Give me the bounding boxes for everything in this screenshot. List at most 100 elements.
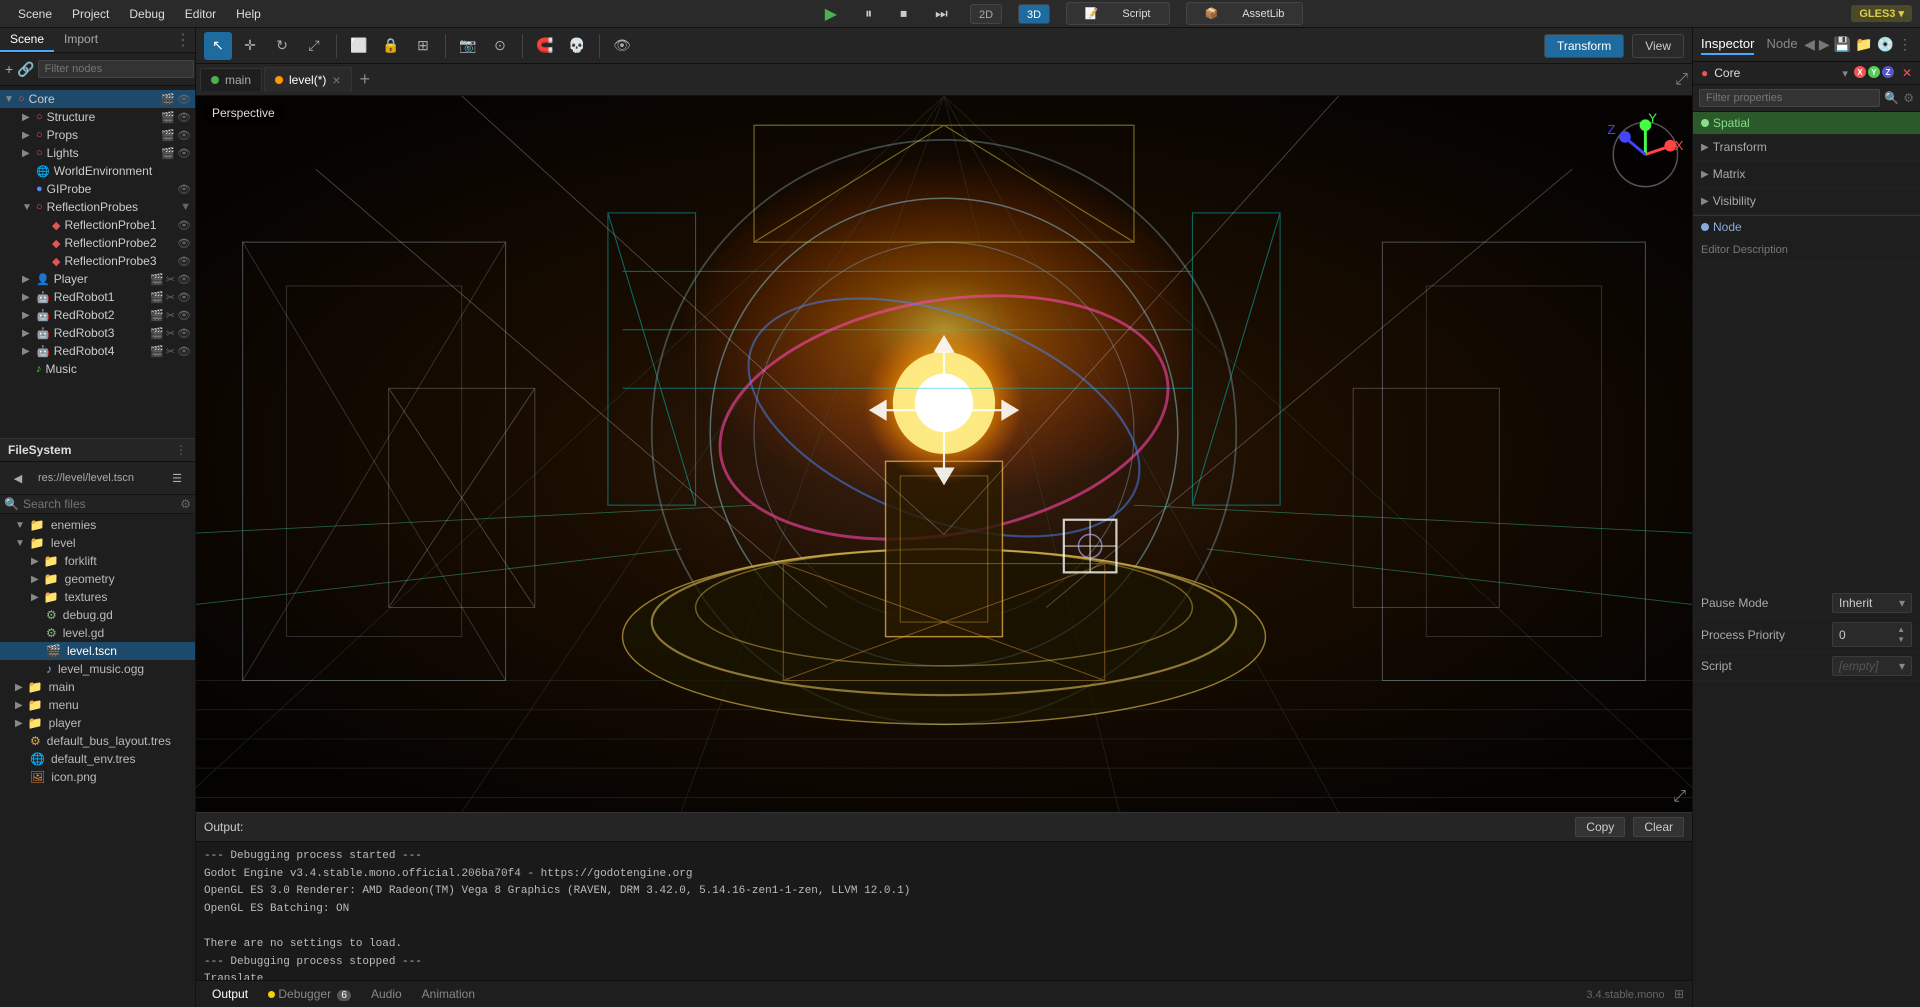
insp-save-icon[interactable]: 💾 bbox=[1834, 36, 1851, 53]
tree-item-rp3[interactable]: ◆ ReflectionProbe3 👁 bbox=[0, 252, 195, 270]
node-type-arrow[interactable]: ▾ bbox=[1842, 67, 1848, 80]
rr1-eye-icon[interactable]: 👁 bbox=[177, 291, 191, 304]
rr3-eye-icon[interactable]: 👁 bbox=[177, 327, 191, 340]
priority-up-arrow[interactable]: ▲ bbox=[1897, 625, 1905, 634]
menu-scene[interactable]: Scene bbox=[8, 5, 62, 23]
tree-item-rp1[interactable]: ◆ ReflectionProbe1 👁 bbox=[0, 216, 195, 234]
tree-item-redrobot4[interactable]: ▶ 🤖 RedRobot4 🎬 ✂ 👁 bbox=[0, 342, 195, 360]
lock-btn[interactable]: 🔒 bbox=[377, 32, 405, 60]
add-node-button[interactable]: + bbox=[4, 55, 14, 83]
node-section[interactable]: Node bbox=[1693, 215, 1920, 238]
viewport-expand-btn[interactable]: ⤢ bbox=[1673, 788, 1686, 806]
node-close-icon[interactable]: ✕ bbox=[1902, 66, 1912, 80]
monitor-icon[interactable]: ⊞ bbox=[1674, 987, 1684, 1001]
tree-item-redrobot1[interactable]: ▶ 🤖 RedRobot1 🎬 ✂ 👁 bbox=[0, 288, 195, 306]
local-btn[interactable]: ⬜ bbox=[345, 32, 373, 60]
player-cut-icon[interactable]: ✂ bbox=[166, 273, 175, 286]
rr3-movie-icon[interactable]: 🎬 bbox=[150, 327, 164, 340]
rr2-cut-icon[interactable]: ✂ bbox=[166, 309, 175, 322]
structure-movie-icon[interactable]: 🎬 bbox=[161, 111, 175, 124]
fs-grid-btn[interactable]: ☰ bbox=[163, 464, 191, 492]
fs-item-icon[interactable]: 🖼 icon.png bbox=[0, 768, 195, 786]
tree-item-reflectionprobes[interactable]: ▼ ○ ReflectionProbes ▼ bbox=[0, 198, 195, 216]
menu-help[interactable]: Help bbox=[226, 5, 271, 23]
tab-output[interactable]: Output bbox=[204, 985, 256, 1003]
filter-properties-input[interactable] bbox=[1699, 89, 1880, 107]
rr2-eye-icon[interactable]: 👁 bbox=[177, 309, 191, 322]
menu-project[interactable]: Project bbox=[62, 5, 119, 23]
fs-item-defenv[interactable]: 🌐 default_env.tres bbox=[0, 750, 195, 768]
rr4-movie-icon[interactable]: 🎬 bbox=[150, 345, 164, 358]
tree-item-worldenv[interactable]: 🌐 WorldEnvironment bbox=[0, 162, 195, 180]
viewport[interactable]: Perspective bbox=[196, 96, 1692, 812]
lights-movie-icon[interactable]: 🎬 bbox=[161, 147, 175, 160]
copy-output-btn[interactable]: Copy bbox=[1575, 817, 1625, 837]
instance-button[interactable]: 🔗 bbox=[16, 55, 35, 83]
fs-back-btn[interactable]: ◀ bbox=[4, 464, 32, 492]
tab-main[interactable]: main bbox=[200, 68, 262, 91]
scale-tool-btn[interactable]: ⤢ bbox=[300, 32, 328, 60]
fs-item-menu[interactable]: ▶ 📁 menu bbox=[0, 696, 195, 714]
fs-item-levelmusic[interactable]: ♪ level_music.ogg bbox=[0, 660, 195, 678]
eye-icon[interactable]: 👁 bbox=[177, 93, 191, 106]
process-priority-value[interactable]: 0 ▲ ▼ bbox=[1832, 622, 1912, 647]
tab-inspector[interactable]: Inspector bbox=[1701, 34, 1754, 55]
tree-item-giprobe[interactable]: ● GIProbe 👁 bbox=[0, 180, 195, 198]
menu-editor[interactable]: Editor bbox=[175, 5, 226, 23]
fs-item-main[interactable]: ▶ 📁 main bbox=[0, 678, 195, 696]
fs-item-buslay[interactable]: ⚙ default_bus_layout.tres bbox=[0, 732, 195, 750]
rr2-movie-icon[interactable]: 🎬 bbox=[150, 309, 164, 322]
view-3d-button[interactable]: 3D bbox=[1018, 4, 1050, 24]
transform-btn[interactable]: Transform bbox=[1544, 34, 1624, 58]
grid-btn[interactable]: ⊞ bbox=[409, 32, 437, 60]
focus-btn[interactable]: ⊙ bbox=[486, 32, 514, 60]
fs-search-input[interactable] bbox=[23, 497, 180, 511]
step-button[interactable]: ⏭ bbox=[929, 3, 954, 24]
fs-menu-btn[interactable]: ⋮ bbox=[175, 443, 187, 457]
player-movie-icon[interactable]: 🎬 bbox=[150, 273, 164, 286]
tab-import[interactable]: Import bbox=[54, 28, 108, 52]
insp-folder-icon[interactable]: 📁 bbox=[1855, 36, 1872, 53]
giprobe-eye-icon[interactable]: 👁 bbox=[177, 183, 191, 196]
movie-icon[interactable]: 🎬 bbox=[161, 93, 175, 106]
fs-item-textures[interactable]: ▶ 📁 textures bbox=[0, 588, 195, 606]
rp-expand-icon[interactable]: ▼ bbox=[180, 201, 191, 213]
fs-item-forklift[interactable]: ▶ 📁 forklift bbox=[0, 552, 195, 570]
insp-menu-icon[interactable]: ⋮ bbox=[1898, 36, 1912, 53]
filter-nodes-input[interactable] bbox=[38, 60, 194, 78]
view-btn[interactable]: View bbox=[1632, 34, 1684, 58]
rr3-cut-icon[interactable]: ✂ bbox=[166, 327, 175, 340]
level-tab-close[interactable]: × bbox=[332, 72, 340, 88]
tab-animation[interactable]: Animation bbox=[414, 985, 483, 1003]
structure-eye-icon[interactable]: 👁 bbox=[177, 111, 191, 124]
scene-panel-menu[interactable]: ⋮ bbox=[175, 30, 191, 50]
lights-eye-icon[interactable]: 👁 bbox=[177, 147, 191, 160]
fs-item-geometry[interactable]: ▶ 📁 geometry bbox=[0, 570, 195, 588]
tree-item-redrobot3[interactable]: ▶ 🤖 RedRobot3 🎬 ✂ 👁 bbox=[0, 324, 195, 342]
rr1-movie-icon[interactable]: 🎬 bbox=[150, 291, 164, 304]
props-movie-icon[interactable]: 🎬 bbox=[161, 129, 175, 142]
insp-next-btn[interactable]: ▶ bbox=[1819, 36, 1830, 53]
rp3-eye-icon[interactable]: 👁 bbox=[177, 255, 191, 268]
rotate-tool-btn[interactable]: ↻ bbox=[268, 32, 296, 60]
tree-item-structure[interactable]: ▶ ○ Structure 🎬 👁 bbox=[0, 108, 195, 126]
visibility-header[interactable]: ▶ Visibility bbox=[1693, 190, 1920, 212]
pause-mode-value[interactable]: Inherit ▾ bbox=[1832, 593, 1912, 613]
camera-btn[interactable]: 📷 bbox=[454, 32, 482, 60]
tree-item-redrobot2[interactable]: ▶ 🤖 RedRobot2 🎬 ✂ 👁 bbox=[0, 306, 195, 324]
fs-filter-icon[interactable]: ⚙ bbox=[180, 497, 191, 511]
bone-btn[interactable]: 💀 bbox=[563, 32, 591, 60]
props-eye-icon[interactable]: 👁 bbox=[177, 129, 191, 142]
insp-disk-icon[interactable]: 💿 bbox=[1877, 36, 1894, 53]
fs-item-enemies[interactable]: ▼ 📁 enemies bbox=[0, 516, 195, 534]
script-button[interactable]: 📝 Script bbox=[1066, 2, 1170, 25]
spatial-section[interactable]: Spatial bbox=[1693, 112, 1920, 134]
rp2-eye-icon[interactable]: 👁 bbox=[177, 237, 191, 250]
tree-item-rp2[interactable]: ◆ ReflectionProbe2 👁 bbox=[0, 234, 195, 252]
rr4-cut-icon[interactable]: ✂ bbox=[166, 345, 175, 358]
tree-item-player[interactable]: ▶ 👤 Player 🎬 ✂ 👁 bbox=[0, 270, 195, 288]
select-tool-btn[interactable]: ↖ bbox=[204, 32, 232, 60]
filter-options-icon[interactable]: ⚙ bbox=[1903, 91, 1914, 105]
pause-button[interactable]: ⏸ bbox=[859, 3, 878, 24]
transform-header[interactable]: ▶ Transform bbox=[1693, 136, 1920, 158]
